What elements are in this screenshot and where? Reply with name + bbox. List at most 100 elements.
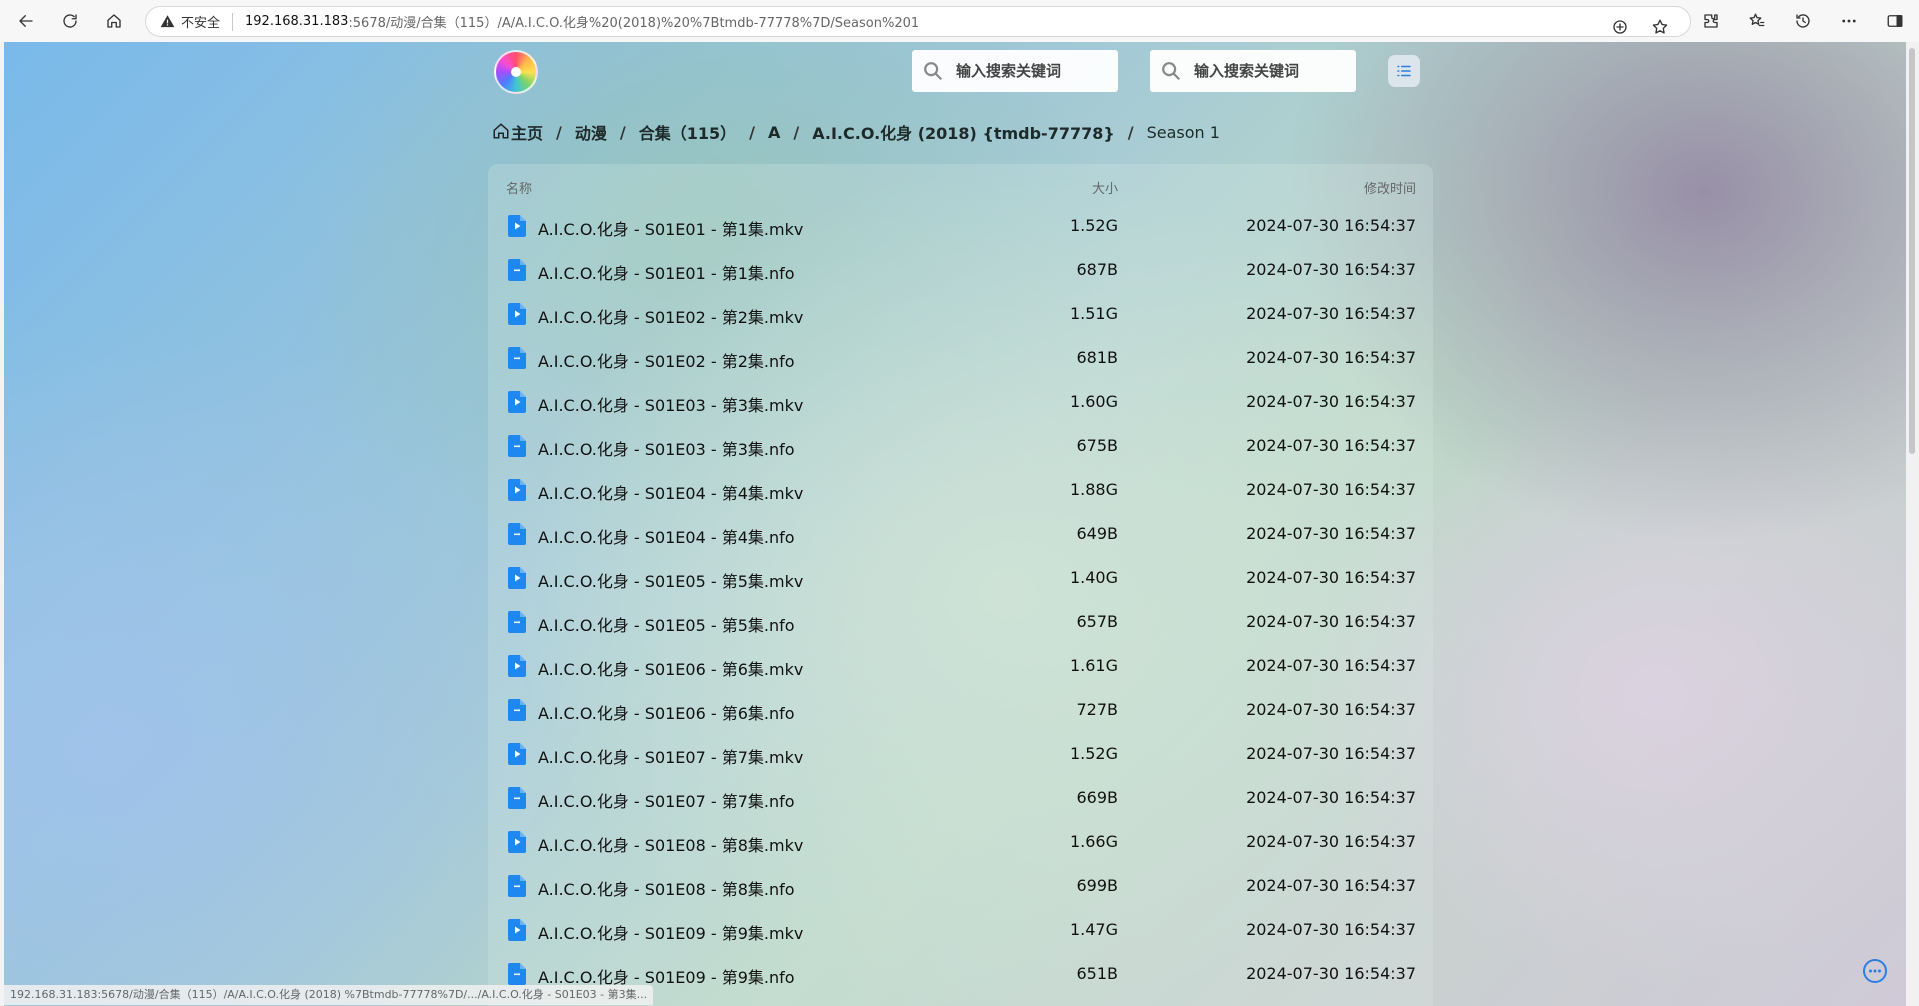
favorite-button[interactable] [1644,11,1676,43]
file-modified-time: 2024-07-30 16:54:37 [1246,436,1416,455]
video-file-icon [508,831,526,853]
breadcrumb-home[interactable]: 主页 [511,120,543,144]
back-button[interactable] [10,5,42,37]
file-name[interactable]: A.I.C.O.化身 - S01E03 - 第3集.nfo [538,436,795,460]
video-file-icon [508,391,526,413]
column-time-header[interactable]: 修改时间 [1364,178,1416,197]
page-scrollbar[interactable] [1906,42,1919,1006]
security-indicator[interactable]: 不安全 [160,12,220,31]
search-input-2[interactable] [1194,62,1344,80]
column-size-header[interactable]: 大小 [1092,178,1118,197]
file-row[interactable]: A.I.C.O.化身 - S01E09 - 第9集.mkv 1.47G 2024-0… [488,908,1433,952]
file-modified-time: 2024-07-30 16:54:37 [1246,216,1416,235]
file-row[interactable]: A.I.C.O.化身 - S01E07 - 第7集.mkv 1.52G 2024-0… [488,732,1433,776]
file-row[interactable]: A.I.C.O.化身 - S01E02 - 第2集.mkv 1.51G 2024-0… [488,292,1433,336]
file-size: 1.52G [1069,744,1118,763]
chat-button[interactable] [1862,958,1888,984]
sidebar-toggle-button[interactable] [1879,5,1911,37]
star-icon [1652,19,1668,34]
file-row[interactable]: A.I.C.O.化身 - S01E04 - 第4集.mkv 1.88G 2024-0… [488,468,1433,512]
file-name[interactable]: A.I.C.O.化身 - S01E07 - 第7集.nfo [538,788,795,812]
file-row[interactable]: A.I.C.O.化身 - S01E05 - 第5集.mkv 1.40G 2024-0… [488,556,1433,600]
file-size: 681B [1076,348,1118,367]
more-button[interactable] [1833,5,1865,37]
view-list-button[interactable] [1388,55,1420,87]
ellipsis-icon [1842,19,1856,23]
video-file-icon [508,479,526,501]
file-size: 1.88G [1069,480,1118,499]
file-name[interactable]: A.I.C.O.化身 - S01E09 - 第9集.mkv [538,920,803,944]
file-row[interactable]: A.I.C.O.化身 - S01E06 - 第6集.mkv 1.61G 2024-0… [488,644,1433,688]
file-modified-time: 2024-07-30 16:54:37 [1246,392,1416,411]
favorites-button[interactable] [1741,5,1773,37]
file-row[interactable]: A.I.C.O.化身 - S01E06 - 第6集.nfo 727B 2024-07… [488,688,1433,732]
translate-button[interactable] [1604,11,1636,43]
sidebar-icon [1887,15,1903,27]
file-name[interactable]: A.I.C.O.化身 - S01E01 - 第1集.nfo [538,260,795,284]
file-size: 727B [1076,700,1118,719]
breadcrumb-item-series[interactable]: A.I.C.O.化身 (2018) {tmdb-77778} [812,120,1115,144]
file-row[interactable]: A.I.C.O.化身 - S01E04 - 第4集.nfo 649B 2024-07… [488,512,1433,556]
breadcrumb-item-collection[interactable]: 合集（115） [639,120,736,144]
file-row[interactable]: A.I.C.O.化身 - S01E08 - 第8集.nfo 699B 2024-07… [488,864,1433,908]
reload-button[interactable] [54,5,86,37]
list-icon [1397,65,1411,77]
reload-icon [63,14,77,28]
file-row[interactable]: A.I.C.O.化身 - S01E01 - 第1集.mkv 1.52G 2024-0… [488,204,1433,248]
text-file-icon [508,875,526,897]
file-modified-time: 2024-07-30 16:54:37 [1246,304,1416,323]
file-size: 1.52G [1069,216,1118,235]
file-name[interactable]: A.I.C.O.化身 - S01E05 - 第5集.mkv [538,568,803,592]
chat-bubble-icon [1863,959,1887,983]
file-row[interactable]: A.I.C.O.化身 - S01E05 - 第5集.nfo 657B 2024-07… [488,600,1433,644]
file-name[interactable]: A.I.C.O.化身 - S01E08 - 第8集.nfo [538,876,795,900]
file-row[interactable]: A.I.C.O.化身 - S01E01 - 第1集.nfo 687B 2024-07… [488,248,1433,292]
file-name[interactable]: A.I.C.O.化身 - S01E02 - 第2集.nfo [538,348,795,372]
file-name[interactable]: A.I.C.O.化身 - S01E04 - 第4集.nfo [538,524,795,548]
site-logo[interactable] [494,50,538,94]
file-size: 649B [1076,524,1118,543]
home-icon [492,122,511,142]
video-file-icon [508,919,526,941]
breadcrumb-separator: / [556,122,562,142]
text-file-icon [508,611,526,633]
file-modified-time: 2024-07-30 16:54:37 [1246,260,1416,279]
file-name[interactable]: A.I.C.O.化身 - S01E03 - 第3集.mkv [538,392,803,416]
breadcrumb-item-anime[interactable]: 动漫 [575,120,607,144]
address-bar[interactable]: 不安全 192.168.31.183:5678/动漫/合集（115）/A/A.I… [145,6,1691,37]
file-row[interactable]: A.I.C.O.化身 - S01E02 - 第2集.nfo 681B 2024-07… [488,336,1433,380]
scrollbar-thumb[interactable] [1909,48,1915,454]
file-modified-time: 2024-07-30 16:54:37 [1246,920,1416,939]
address-divider [232,12,234,31]
file-size: 1.60G [1069,392,1118,411]
breadcrumb-separator: / [793,122,800,142]
file-name[interactable]: A.I.C.O.化身 - S01E05 - 第5集.nfo [538,612,795,636]
file-name[interactable]: A.I.C.O.化身 - S01E01 - 第1集.mkv [538,216,803,240]
file-name[interactable]: A.I.C.O.化身 - S01E06 - 第6集.mkv [538,656,803,680]
file-size: 687B [1076,260,1118,279]
browser-actions [1695,5,1911,37]
file-row[interactable]: A.I.C.O.化身 - S01E03 - 第3集.mkv 1.60G 2024-0… [488,380,1433,424]
file-row[interactable]: A.I.C.O.化身 - S01E08 - 第8集.mkv 1.66G 2024-0… [488,820,1433,864]
search-input-1[interactable] [956,62,1106,80]
file-name[interactable]: A.I.C.O.化身 - S01E08 - 第8集.mkv [538,832,803,856]
breadcrumb-item-a[interactable]: A [768,123,780,142]
file-name[interactable]: A.I.C.O.化身 - S01E02 - 第2集.mkv [538,304,803,328]
warning-icon [160,15,175,28]
file-modified-time: 2024-07-30 16:54:37 [1246,480,1416,499]
file-row[interactable]: A.I.C.O.化身 - S01E03 - 第3集.nfo 675B 2024-07… [488,424,1433,468]
search-box-1[interactable] [912,50,1118,92]
file-name[interactable]: A.I.C.O.化身 - S01E06 - 第6集.nfo [538,700,795,724]
search-box-2[interactable] [1150,50,1356,92]
column-name-header[interactable]: 名称 [506,178,532,197]
file-row[interactable]: A.I.C.O.化身 - S01E07 - 第7集.nfo 669B 2024-07… [488,776,1433,820]
star-list-icon [1749,13,1765,27]
text-file-icon [508,699,526,721]
security-label: 不安全 [181,16,221,31]
file-name[interactable]: A.I.C.O.化身 - S01E07 - 第7集.mkv [538,744,803,768]
extensions-button[interactable] [1695,5,1727,37]
file-size: 675B [1076,436,1118,455]
history-button[interactable] [1787,5,1819,37]
file-name[interactable]: A.I.C.O.化身 - S01E04 - 第4集.mkv [538,480,803,504]
home-button[interactable] [98,5,130,37]
